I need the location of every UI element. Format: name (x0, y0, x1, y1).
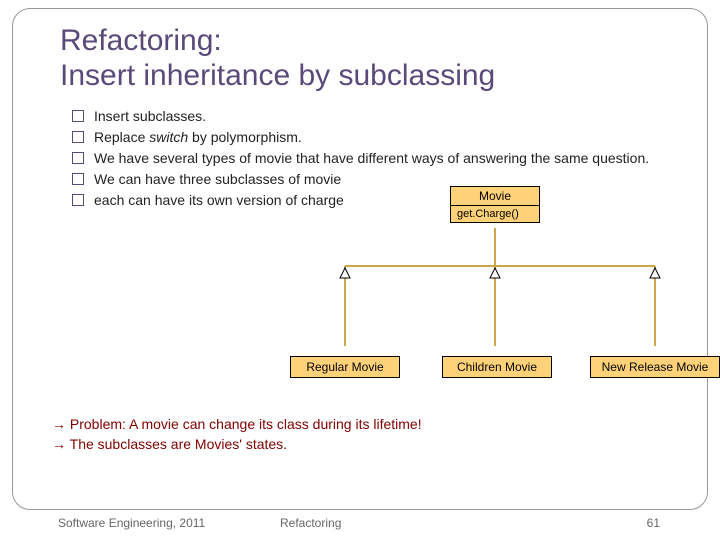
class-regular-movie: Regular Movie (290, 356, 400, 378)
class-new-release-movie: New Release Movie (590, 356, 720, 378)
bullet-1-text: Insert subclasses. (94, 108, 206, 124)
problem-note: → Problem: A movie can change its class … (52, 415, 422, 454)
problem-line-1: → Problem: A movie can change its class … (52, 415, 422, 435)
arrow-icon: → (52, 436, 66, 452)
bullet-3-text: We have several types of movie that have… (94, 150, 649, 166)
footer-center: Refactoring (280, 516, 341, 530)
arrow-icon: → (52, 416, 66, 432)
uml-diagram: Movie get.Charge() Regular Movie Childre… (290, 186, 710, 406)
problem-line-2-text: The subclasses are Movies' states. (66, 436, 287, 452)
class-movie: Movie get.Charge() (450, 186, 540, 223)
problem-line-1-text: Problem: A movie can change its class du… (66, 416, 422, 432)
slide-title: Refactoring: Insert inheritance by subcl… (60, 24, 688, 93)
class-movie-name: Movie (451, 187, 539, 206)
bullet-2-post: by polymorphism. (188, 129, 302, 145)
slide: Refactoring: Insert inheritance by subcl… (0, 0, 720, 540)
bullet-4-text: We can have three subclasses of movie (94, 171, 341, 187)
bullet-2: Replace switch by polymorphism. (72, 128, 688, 147)
footer-left: Software Engineering, 2011 (58, 516, 205, 530)
page-number: 61 (647, 516, 660, 530)
bullet-3: We have several types of movie that have… (72, 149, 688, 168)
problem-line-2: → The subclasses are Movies' states. (52, 435, 422, 455)
bullet-2-em: switch (149, 129, 188, 145)
title-line-2: Insert inheritance by subclassing (60, 59, 495, 92)
bullet-2-pre: Replace (94, 129, 149, 145)
class-movie-method: get.Charge() (451, 206, 539, 222)
class-children-movie: Children Movie (442, 356, 552, 378)
bullet-2-text: Replace switch by polymorphism. (94, 129, 302, 145)
bullet-1: Insert subclasses. (72, 107, 688, 126)
title-line-1: Refactoring: (60, 24, 222, 57)
